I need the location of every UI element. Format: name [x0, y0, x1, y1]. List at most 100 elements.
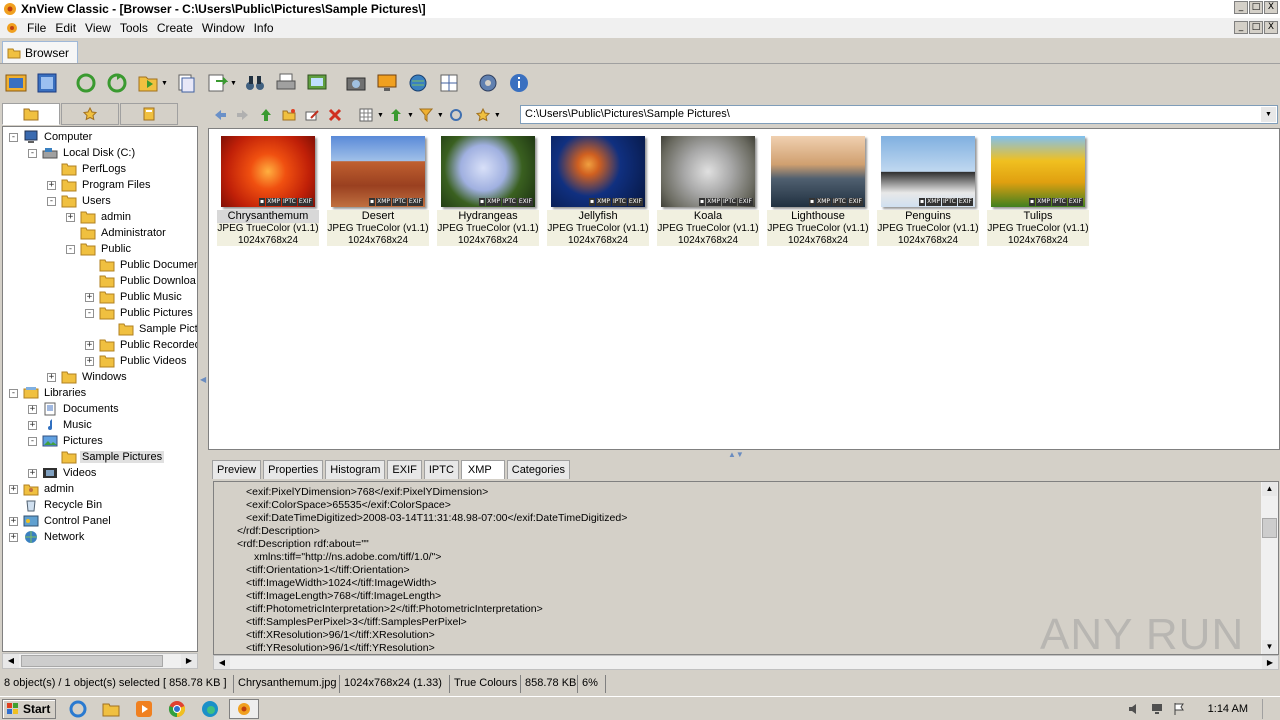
scroll-left-arrow-icon[interactable]: ◀: [214, 656, 230, 669]
tree-item[interactable]: Network: [23, 529, 86, 545]
menu-edit[interactable]: Edit: [52, 21, 82, 35]
tab-exif[interactable]: EXIF: [387, 460, 422, 479]
expand-icon[interactable]: +: [85, 341, 94, 350]
xmp-scroll-thumb[interactable]: [1262, 518, 1277, 538]
tree-item[interactable]: Pictures: [42, 433, 105, 449]
expand-icon[interactable]: +: [85, 293, 94, 302]
thumbnail[interactable]: ▪ XMP IPTC EXIF Lighthouse JPEG TrueColor (v1…: [767, 134, 869, 246]
minimize-button[interactable]: _: [1234, 1, 1248, 14]
sort-button[interactable]: [388, 107, 404, 123]
favorites-dropdown-icon[interactable]: ▼: [494, 112, 501, 119]
expand-icon[interactable]: +: [28, 421, 37, 430]
tab-categories[interactable]: [120, 103, 178, 125]
thumbnail[interactable]: ▪ XMP IPTC EXIF Desert JPEG TrueColor (v1.1) 1…: [327, 134, 429, 246]
vertical-splitter[interactable]: ◀: [199, 103, 207, 673]
scroll-left-arrow-icon[interactable]: ◀: [3, 654, 19, 668]
collapse-icon[interactable]: -: [66, 245, 75, 254]
network-tray-icon[interactable]: [1150, 702, 1164, 716]
tree-item[interactable]: Music: [42, 417, 94, 433]
expand-icon[interactable]: +: [9, 533, 18, 542]
expand-icon[interactable]: +: [66, 213, 75, 222]
tab-browser[interactable]: Browser: [2, 41, 78, 63]
expand-icon[interactable]: +: [28, 469, 37, 478]
menu-info[interactable]: Info: [251, 21, 280, 35]
doc-restore-button[interactable]: □: [1249, 21, 1263, 34]
collapse-icon[interactable]: -: [9, 133, 18, 142]
tree-item[interactable]: Sample Pictures: [61, 449, 165, 465]
taskbar-chrome-button[interactable]: [166, 699, 188, 719]
tree-item[interactable]: Public Recorded: [99, 337, 197, 353]
tree-item[interactable]: PerfLogs: [61, 161, 128, 177]
browser-button[interactable]: [4, 71, 28, 95]
tree-item[interactable]: Public Downloa: [99, 273, 197, 289]
close-button[interactable]: X: [1264, 1, 1278, 14]
address-bar[interactable]: C:\Users\Public\Pictures\Sample Pictures…: [520, 105, 1278, 124]
contact-sheet-button[interactable]: [437, 71, 461, 95]
thumbnail[interactable]: ▪ XMP IPTC EXIF Penguins JPEG TrueColor (v1.1…: [877, 134, 979, 246]
tab-preview[interactable]: Preview: [212, 460, 262, 479]
doc-minimize-button[interactable]: _: [1234, 21, 1248, 34]
move-dropdown-icon[interactable]: ▼: [161, 80, 168, 87]
tree-item[interactable]: Public Videos: [99, 353, 188, 369]
rename-button[interactable]: [304, 107, 320, 123]
tree-item[interactable]: Public Pictures: [99, 305, 195, 321]
collapse-icon[interactable]: -: [28, 437, 37, 446]
copy-button[interactable]: [174, 71, 198, 95]
tree-item[interactable]: Administrator: [80, 225, 168, 241]
tab-properties[interactable]: Properties: [263, 460, 324, 479]
back-button[interactable]: [212, 107, 228, 123]
thumbnail[interactable]: ▪ XMP IPTC EXIF Tulips JPEG TrueColor (v1.1) 1…: [987, 134, 1089, 246]
tab-favorites[interactable]: [61, 103, 119, 125]
expand-icon[interactable]: +: [9, 517, 18, 526]
delete-button[interactable]: [327, 107, 343, 123]
thumbnail[interactable]: ▪ XMP IPTC EXIF Chrysanthemum JPEG TrueColor …: [217, 134, 319, 246]
menu-window[interactable]: Window: [199, 21, 251, 35]
set-wallpaper-button[interactable]: [375, 71, 399, 95]
tree-item[interactable]: Libraries: [23, 385, 88, 401]
collapse-icon[interactable]: -: [85, 309, 94, 318]
thumbnail[interactable]: ▪ XMP IPTC EXIF Hydrangeas JPEG TrueColor (v1…: [437, 134, 539, 246]
tree-item[interactable]: Local Disk (C:): [42, 145, 137, 161]
action-center-flag-icon[interactable]: [1172, 702, 1186, 716]
scroll-up-arrow-icon[interactable]: ▲: [1262, 482, 1277, 496]
scroll-right-arrow-icon[interactable]: ▶: [1262, 656, 1278, 669]
expand-icon[interactable]: +: [9, 485, 18, 494]
doc-close-button[interactable]: X: [1264, 21, 1278, 34]
collapse-icon[interactable]: -: [47, 197, 56, 206]
start-button[interactable]: Start: [2, 698, 56, 719]
tree-item[interactable]: Documents: [42, 401, 121, 417]
filter-button[interactable]: [418, 107, 434, 123]
slideshow-button[interactable]: [305, 71, 329, 95]
tree-scroll-thumb[interactable]: [21, 655, 163, 667]
collapse-icon[interactable]: -: [9, 389, 18, 398]
show-desktop-button[interactable]: [1262, 699, 1272, 719]
parent-folder-button[interactable]: [258, 107, 274, 123]
tab-xmp[interactable]: XMP: [460, 460, 505, 479]
capture-button[interactable]: [344, 71, 368, 95]
expand-icon[interactable]: +: [47, 181, 56, 190]
tree-item[interactable]: Public Documen: [99, 257, 197, 273]
scroll-right-arrow-icon[interactable]: ▶: [181, 654, 197, 668]
tree-item[interactable]: Recycle Bin: [23, 497, 104, 513]
fullscreen-button[interactable]: [35, 71, 59, 95]
view-mode-dropdown-icon[interactable]: ▼: [377, 112, 384, 119]
taskbar-ie-button[interactable]: [67, 699, 89, 719]
taskbar-edge-button[interactable]: [199, 699, 221, 719]
tree-item[interactable]: admin: [80, 209, 133, 225]
thumbnail[interactable]: ▪ XMP IPTC EXIF Jellyfish JPEG TrueColor (v1.…: [547, 134, 649, 246]
tab-iptc[interactable]: IPTC: [423, 460, 459, 479]
menu-tools[interactable]: Tools: [117, 21, 154, 35]
forward-button[interactable]: [235, 107, 251, 123]
tree-item[interactable]: Program Files: [61, 177, 152, 193]
tree-horizontal-scrollbar[interactable]: ◀ ▶: [2, 653, 198, 669]
tree-item[interactable]: Control Panel: [23, 513, 113, 529]
document-system-icon[interactable]: [4, 21, 20, 35]
print-button[interactable]: [274, 71, 298, 95]
refresh-button[interactable]: [74, 71, 98, 95]
menu-view[interactable]: View: [82, 21, 117, 35]
about-button[interactable]: [507, 71, 531, 95]
horizontal-splitter[interactable]: ▲▼: [208, 450, 1280, 459]
taskbar-xnview-button[interactable]: [229, 698, 259, 719]
speaker-icon[interactable]: [1128, 702, 1142, 716]
expand-icon[interactable]: +: [28, 405, 37, 414]
